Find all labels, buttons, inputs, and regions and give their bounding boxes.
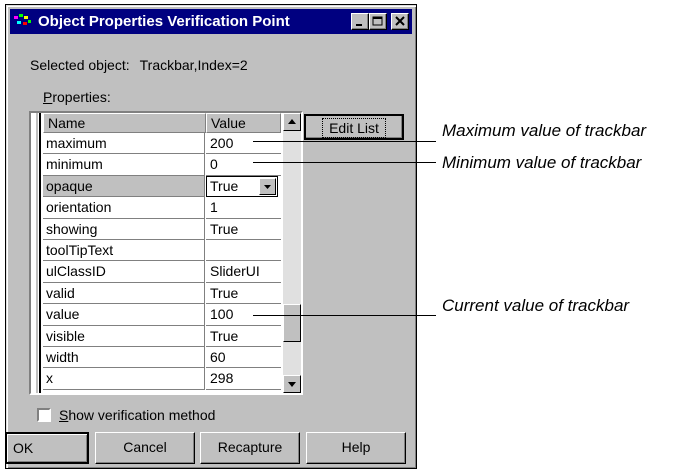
- property-name: showing: [43, 218, 205, 240]
- dropdown-value: True: [210, 177, 239, 194]
- property-name: ulClassID: [43, 261, 205, 283]
- grid-gutter: [31, 113, 41, 393]
- ok-button[interactable]: OK: [5, 432, 89, 464]
- property-name: visible: [43, 325, 205, 347]
- scroll-down-button[interactable]: [283, 375, 301, 393]
- annotation-minimum: Minimum value of trackbar: [442, 153, 642, 172]
- table-row[interactable]: orientation 1: [43, 197, 281, 219]
- property-value[interactable]: 298: [206, 368, 281, 390]
- annotation-current: Current value of trackbar: [442, 296, 630, 315]
- property-value[interactable]: True: [206, 283, 281, 305]
- property-value[interactable]: 200: [206, 133, 281, 155]
- recapture-button[interactable]: Recapture: [200, 432, 300, 464]
- column-header-value[interactable]: Value: [206, 113, 281, 133]
- maximum-leader-line: [253, 141, 436, 142]
- property-name: orientation: [43, 197, 205, 219]
- minimize-button[interactable]: [351, 13, 369, 30]
- table-row[interactable]: x 298: [43, 368, 281, 390]
- maximize-button[interactable]: [369, 13, 387, 30]
- maximize-icon: [372, 16, 383, 26]
- vertical-scrollbar[interactable]: [283, 113, 301, 393]
- dropdown-button[interactable]: [259, 177, 276, 195]
- close-button[interactable]: [391, 13, 409, 30]
- value-dropdown[interactable]: True: [206, 175, 278, 197]
- title-bar[interactable]: Object Properties Verification Point: [10, 9, 412, 34]
- table-row[interactable]: width 60: [43, 347, 281, 369]
- column-header-name[interactable]: Name: [43, 113, 206, 133]
- properties-label: Properties:: [43, 89, 111, 105]
- show-verification-label[interactable]: Show verification method: [59, 407, 215, 423]
- arrow-down-icon: [288, 382, 296, 387]
- selected-object-line: Selected object: Trackbar,Index=2: [30, 57, 248, 73]
- minimize-icon: [356, 24, 362, 26]
- property-value[interactable]: 0: [206, 154, 281, 176]
- property-value[interactable]: 1: [206, 197, 281, 219]
- close-icon: [395, 16, 405, 26]
- table-row[interactable]: showing True: [43, 218, 281, 240]
- table-row[interactable]: maximum 200: [43, 133, 281, 155]
- scroll-up-button[interactable]: [283, 113, 301, 131]
- property-name: minimum: [43, 154, 205, 176]
- dialog-window: Object Properties Verification Point Sel…: [5, 4, 417, 469]
- arrow-up-icon: [288, 119, 296, 124]
- property-value[interactable]: SliderUI: [206, 261, 281, 283]
- property-value[interactable]: True: [206, 219, 281, 240]
- help-button[interactable]: Help: [306, 432, 406, 464]
- table-row[interactable]: toolTipText: [43, 240, 281, 262]
- properties-grid[interactable]: Name Value maximum 200 minimum 0 opaque Tr…: [29, 111, 303, 395]
- property-name: value: [43, 304, 205, 326]
- current-leader-line: [253, 315, 436, 316]
- property-name: width: [43, 347, 205, 369]
- property-value[interactable]: True: [206, 326, 281, 347]
- app-icon: [14, 14, 31, 25]
- property-name: x: [43, 368, 205, 390]
- window-title: Object Properties Verification Point: [38, 13, 290, 30]
- show-verification-checkbox[interactable]: [37, 408, 51, 422]
- property-name: valid: [43, 282, 205, 305]
- property-value[interactable]: [206, 240, 281, 262]
- scroll-thumb[interactable]: [283, 304, 301, 342]
- table-row-selected[interactable]: opaque True: [43, 175, 281, 198]
- table-row[interactable]: ulClassID SliderUI: [43, 261, 281, 283]
- property-value[interactable]: 60: [206, 347, 281, 369]
- minimum-leader-line: [253, 162, 436, 163]
- table-row[interactable]: valid True: [43, 282, 281, 305]
- edit-list-button[interactable]: Edit List: [304, 114, 404, 140]
- annotation-maximum: Maximum value of trackbar: [442, 121, 647, 140]
- table-row[interactable]: visible True: [43, 325, 281, 347]
- chevron-down-icon: [264, 184, 271, 189]
- table-row[interactable]: value 100: [43, 304, 281, 326]
- selected-object-value: Trackbar,Index=2: [139, 57, 248, 73]
- property-name: toolTipText: [43, 240, 205, 262]
- property-name: maximum: [43, 133, 205, 155]
- table-row[interactable]: minimum 0: [43, 154, 281, 176]
- cancel-button[interactable]: Cancel: [95, 432, 195, 464]
- selected-object-label: Selected object:: [30, 57, 130, 73]
- property-name: opaque: [43, 175, 205, 198]
